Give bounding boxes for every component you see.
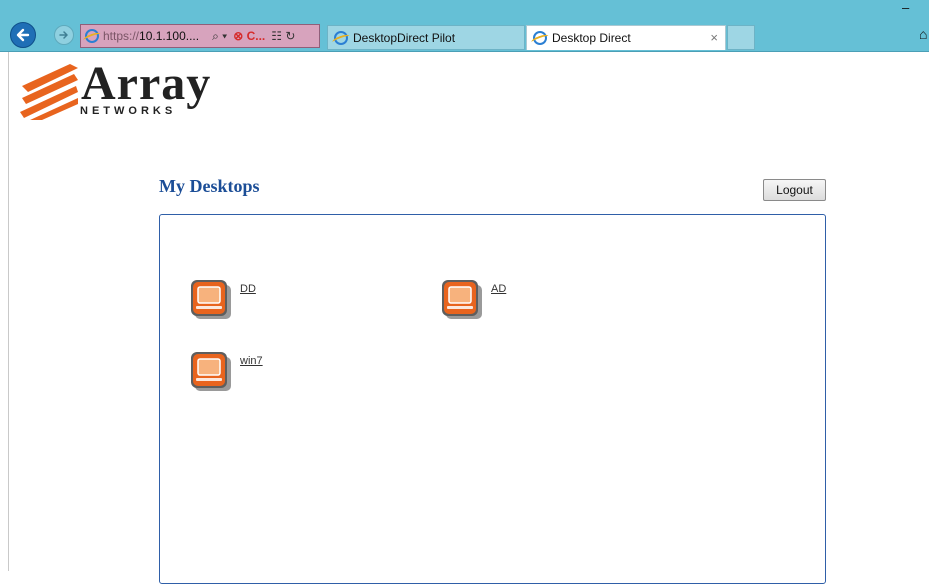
desktop-monitor-icon[interactable] — [190, 278, 232, 320]
tab-desktop-direct[interactable]: Desktop Direct × — [526, 25, 726, 50]
tab-desktopdirect-pilot[interactable]: DesktopDirect Pilot — [327, 25, 525, 50]
tab-label: Desktop Direct — [552, 31, 631, 45]
search-icon[interactable]: ⌕ ▾ — [212, 29, 227, 44]
ie-page-icon — [85, 29, 99, 43]
logo-wordmark: Array — [81, 57, 212, 110]
page-title: My Desktops — [159, 176, 260, 196]
desktop-monitor-icon[interactable] — [441, 278, 483, 320]
desktops-panel: DD AD win7 — [159, 214, 826, 584]
certificate-error-icon[interactable]: ⊗ C... — [233, 29, 265, 43]
back-button[interactable] — [10, 22, 36, 48]
back-arrow-icon — [16, 28, 30, 42]
tab-label: DesktopDirect Pilot — [353, 30, 456, 45]
desktop-link[interactable]: DD — [240, 283, 256, 295]
desktop-link[interactable]: AD — [491, 283, 506, 295]
array-networks-logo: Array NETWORKS — [20, 57, 220, 122]
desktop-item-ad[interactable]: AD — [441, 278, 601, 326]
desktop-item-dd[interactable]: DD — [190, 278, 350, 326]
browser-toolbar: https:// 10.1.100.... ⌕ ▾ ⊗ C... ☷ ↻ Des… — [0, 0, 929, 52]
address-host: 10.1.100.... — [139, 29, 200, 43]
forward-button[interactable] — [54, 25, 74, 45]
desktop-item-win7[interactable]: win7 — [190, 350, 350, 398]
logout-button[interactable]: Logout — [763, 179, 826, 201]
new-tab-button[interactable] — [727, 25, 755, 50]
forward-arrow-icon — [59, 31, 68, 39]
ie-tab-icon — [334, 30, 348, 45]
ie-tab-icon — [533, 31, 547, 45]
address-bar[interactable]: https:// 10.1.100.... ⌕ ▾ ⊗ C... ☷ ↻ — [80, 24, 320, 48]
logo-subtitle: NETWORKS — [80, 105, 177, 117]
desktop-monitor-icon[interactable] — [190, 350, 232, 392]
toolbar-divider — [0, 51, 929, 52]
refresh-icon[interactable]: ☷ ↻ — [271, 29, 295, 43]
content-frame-edge — [8, 52, 9, 571]
close-tab-icon[interactable]: × — [710, 30, 718, 45]
minimize-icon[interactable]: – — [902, 0, 909, 15]
desktop-link[interactable]: win7 — [240, 355, 263, 367]
address-scheme: https:// — [103, 29, 140, 43]
logo-swoosh-icon — [20, 64, 78, 120]
home-icon[interactable]: ⌂ — [919, 26, 927, 42]
